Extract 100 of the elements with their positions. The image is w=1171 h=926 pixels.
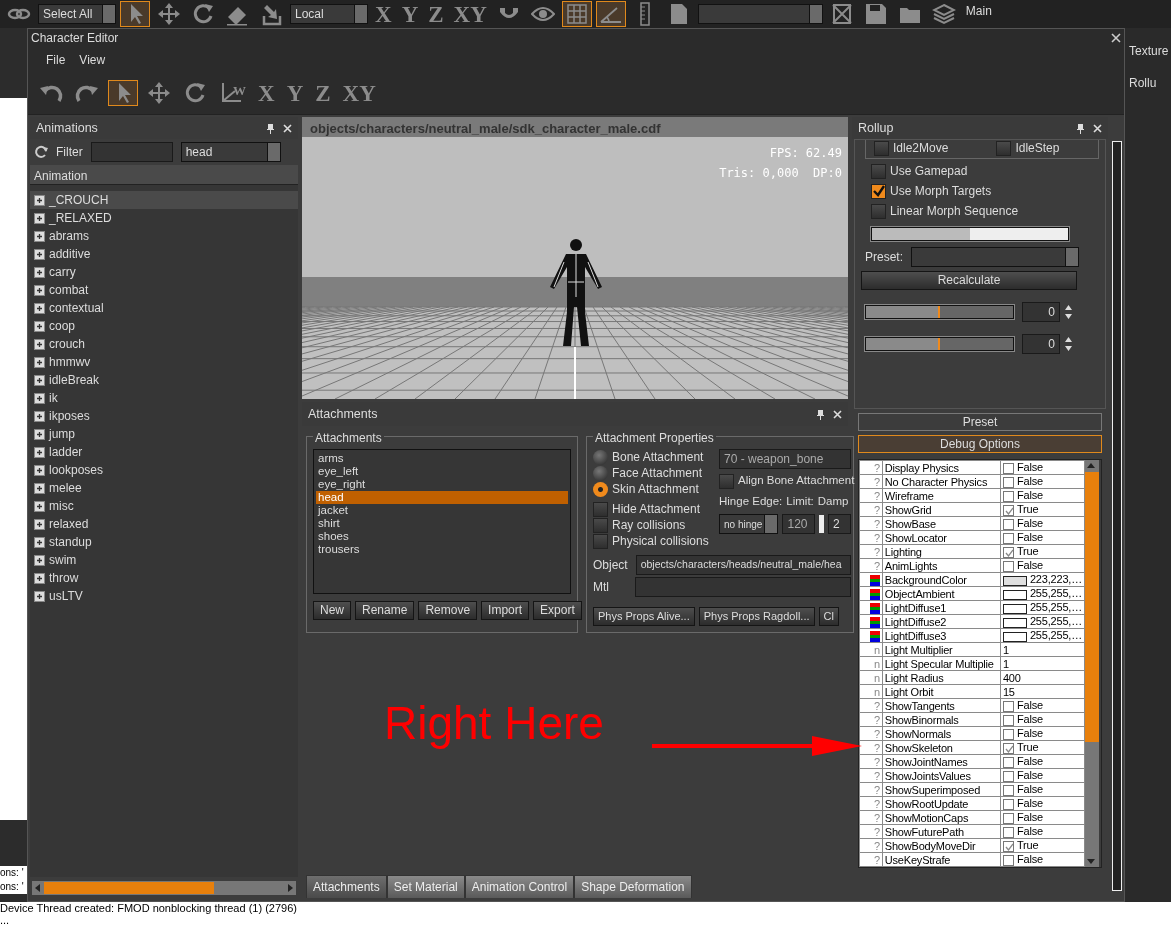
checkbox[interactable]	[719, 473, 734, 489]
checkbox[interactable]	[593, 501, 608, 517]
expand-icon[interactable]	[34, 374, 45, 386]
list-item[interactable]: eye_right	[316, 478, 568, 491]
checkbox[interactable]	[593, 517, 608, 533]
menu-item[interactable]: File	[46, 50, 66, 69]
checkbox[interactable]	[1002, 546, 1014, 558]
expand-icon[interactable]	[34, 428, 45, 440]
menu-item[interactable]: View	[79, 50, 106, 69]
checkbox[interactable]	[1002, 784, 1014, 796]
filter-field[interactable]	[90, 142, 173, 162]
checkbox[interactable]	[1002, 462, 1014, 474]
angle-button[interactable]	[595, 1, 626, 27]
expand-icon[interactable]	[34, 482, 45, 494]
rollup-section-header[interactable]: Debug Options	[858, 435, 1102, 453]
axis-button[interactable]: Z	[312, 80, 334, 106]
expand-icon[interactable]	[34, 518, 45, 530]
checkbox[interactable]	[1002, 560, 1014, 572]
checkbox[interactable]	[1002, 742, 1014, 754]
recalculate-button[interactable]: Recalculate	[861, 271, 1077, 290]
object-field[interactable]: objects/characters/heads/neutral_male/hea	[635, 555, 851, 575]
tab[interactable]: Shape Deformation	[574, 875, 692, 898]
list-action-button[interactable]: Import	[481, 601, 530, 620]
list-item[interactable]: eye_left	[316, 465, 568, 478]
expand-icon[interactable]	[34, 392, 45, 404]
expand-icon[interactable]	[34, 266, 45, 278]
vertical-scrollbar[interactable]	[1085, 460, 1099, 867]
tree-item[interactable]: idleBreak	[30, 371, 298, 389]
close-icon[interactable]	[833, 409, 842, 419]
checkbox[interactable]	[1002, 798, 1014, 810]
color-swatch[interactable]	[1002, 575, 1027, 586]
tree-item[interactable]: abrams	[30, 227, 298, 245]
close-icon[interactable]	[1111, 33, 1121, 43]
axis-button[interactable]: Y	[398, 1, 422, 27]
checkbox[interactable]	[1002, 756, 1014, 768]
tree-item[interactable]: combat	[30, 281, 298, 299]
expand-icon[interactable]	[34, 248, 45, 260]
phys-props-button[interactable]: Phys Props Ragdoll...	[698, 607, 815, 626]
checkbox[interactable]	[593, 533, 608, 549]
expand-icon[interactable]	[34, 338, 45, 350]
tree-item[interactable]: ik	[30, 389, 298, 407]
list-item[interactable]: trousers	[316, 543, 568, 556]
slider-fill[interactable]	[866, 338, 940, 350]
tree-item[interactable]: swim	[30, 551, 298, 569]
axis-button[interactable]: XY	[339, 80, 379, 106]
damp-field[interactable]: 2	[828, 514, 851, 535]
checkbox[interactable]	[1002, 490, 1014, 502]
material-field[interactable]	[635, 577, 851, 597]
expand-icon[interactable]	[34, 536, 45, 548]
limit-field[interactable]: 120	[782, 514, 815, 535]
tree-item[interactable]: _RELAXED	[30, 209, 298, 227]
expand-icon[interactable]	[34, 356, 45, 368]
list-item[interactable]: shoes	[316, 530, 568, 543]
tree-item[interactable]: additive	[30, 245, 298, 263]
panel-scrollbar[interactable]	[1112, 141, 1122, 891]
expand-icon[interactable]	[34, 320, 45, 332]
tree-item[interactable]: contextual	[30, 299, 298, 317]
tab[interactable]: Set Material	[386, 875, 465, 898]
expand-icon[interactable]	[34, 464, 45, 476]
select-button[interactable]	[108, 80, 138, 106]
expand-icon[interactable]	[34, 572, 45, 584]
checkbox[interactable]	[1002, 728, 1014, 740]
expand-icon[interactable]	[34, 284, 45, 296]
grid-button[interactable]	[561, 1, 592, 27]
color-swatch[interactable]	[1002, 603, 1027, 614]
list-action-button[interactable]: Export	[533, 601, 582, 620]
tree-item[interactable]: crouch	[30, 335, 298, 353]
tab[interactable]: Animation Control	[464, 875, 575, 898]
spinner-icon[interactable]	[1064, 303, 1073, 321]
tree-item[interactable]: throw	[30, 569, 298, 587]
pin-icon[interactable]	[1076, 122, 1085, 134]
tree-item[interactable]: melee	[30, 479, 298, 497]
expand-icon[interactable]	[34, 212, 45, 224]
number-field[interactable]: 0	[1022, 302, 1060, 322]
tree-item[interactable]: jump	[30, 425, 298, 443]
phys-props-button[interactable]: Cl	[818, 607, 839, 626]
expand-icon[interactable]	[34, 302, 45, 314]
axis-button[interactable]: X	[372, 1, 395, 27]
expand-icon[interactable]	[34, 500, 45, 512]
axis-button[interactable]: X	[255, 80, 278, 106]
list-item[interactable]: shirt	[316, 517, 568, 530]
checkbox[interactable]	[1002, 532, 1014, 544]
dropdown[interactable]	[697, 4, 823, 24]
panel-tab[interactable]: Rollu	[1125, 74, 1171, 92]
tree-item[interactable]: lookposes	[30, 461, 298, 479]
animation-dropdown[interactable]: head	[180, 142, 281, 162]
tree-item[interactable]: coop	[30, 317, 298, 335]
checkbox[interactable]	[1002, 476, 1014, 488]
expand-icon[interactable]	[34, 194, 45, 206]
checkbox[interactable]	[871, 183, 886, 199]
tree-item[interactable]: ikposes	[30, 407, 298, 425]
pin-icon[interactable]	[816, 408, 825, 420]
checkbox[interactable]	[1002, 840, 1014, 852]
checkbox[interactable]	[871, 203, 886, 219]
attachments-list[interactable]: arms eye_left eye_right head jacket shirt shoes trousers	[313, 449, 571, 594]
scrollbar-thumb[interactable]	[44, 882, 214, 894]
slider-fill[interactable]	[866, 306, 940, 318]
color-swatch[interactable]	[1002, 617, 1027, 628]
spinner-icon[interactable]	[1064, 335, 1073, 353]
axis-button[interactable]: XY	[450, 1, 490, 27]
